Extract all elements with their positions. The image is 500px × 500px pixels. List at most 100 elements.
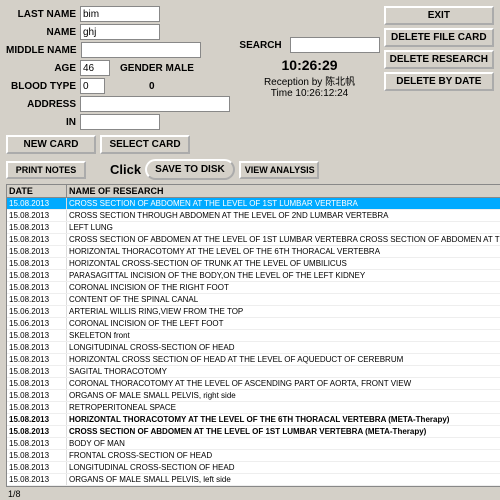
cell-name: CROSS SECTION OF ABDOMEN AT THE LEVEL OF… — [67, 198, 500, 209]
table-row[interactable]: 15.08.2013CORONAL INCISION OF THE RIGHT … — [7, 282, 500, 294]
cell-name: CROSS SECTION OF ABDOMEN AT THE LEVEL OF… — [67, 234, 500, 245]
cell-date: 15.08.2013 — [7, 354, 67, 365]
cell-name: RETROPERITONEAL SPACE — [67, 402, 500, 413]
cell-name: CROSS SECTION OF ABDOMEN AT THE LEVEL OF… — [67, 426, 500, 437]
cell-name: FRONTAL CROSS-SECTION OF HEAD — [67, 450, 500, 461]
exit-button[interactable]: EXIT — [384, 6, 494, 25]
cell-date: 15.08.2013 — [7, 462, 67, 473]
table-row[interactable]: 15.08.2013CORONAL THORACOTOMY AT THE LEV… — [7, 378, 500, 390]
age-label: AGE — [6, 63, 76, 74]
action-bar: PRINT NOTES Click SAVE TO DISK VIEW ANAL… — [6, 157, 500, 182]
cell-name: CORONAL INCISION OF THE LEFT FOOT — [67, 318, 500, 329]
cell-name: CORONAL INCISION OF THE RIGHT FOOT — [67, 282, 500, 293]
delete-date-button[interactable]: DELETE BY DATE — [384, 72, 494, 91]
gender-label: GENDER MALE — [120, 63, 194, 74]
delete-research-button[interactable]: DELETE RESEARCH — [384, 50, 494, 69]
in-label: IN — [6, 117, 76, 128]
table-row[interactable]: 15.08.2013CONTENT OF THE SPINAL CANAL — [7, 294, 500, 306]
middle-name-input[interactable] — [81, 42, 201, 58]
table-row[interactable]: 15.08.2013LONGITUDINAL CROSS-SECTION OF … — [7, 462, 500, 474]
save-disk-button[interactable]: SAVE TO DISK — [145, 159, 235, 180]
view-analysis-button[interactable]: VIEW ANALYSIS — [239, 161, 319, 179]
cell-date: 15.08.2013 — [7, 474, 67, 485]
table-row[interactable]: 15.08.2013HORIZONTAL CROSS SECTION OF HE… — [7, 354, 500, 366]
table-row[interactable]: 15.08.2013LEFT LUNG — [7, 222, 500, 234]
cell-name: SAGITAL THORACOTOMY — [67, 366, 500, 377]
blood-row: BLOOD TYPE 0 — [6, 78, 235, 94]
cell-name: SKELETON front — [67, 330, 500, 341]
cell-name: ARTERIAL WILLIS RING,VIEW FROM THE TOP — [67, 306, 500, 317]
table-row[interactable]: 15.08.2013LONGITUDINAL CROSS-SECTION OF … — [7, 342, 500, 354]
name-row: NAME — [6, 24, 235, 40]
table-header: DATE NAME OF RESEARCH — [7, 185, 500, 198]
blood-label: BLOOD TYPE — [6, 81, 76, 92]
table-row[interactable]: 15.08.2013CROSS SECTION OF ABDOMEN AT TH… — [7, 426, 500, 438]
in-input[interactable] — [80, 114, 160, 130]
cell-name: HORIZONTAL THORACOTOMY AT THE LEVEL OF T… — [67, 414, 500, 425]
table-row[interactable]: 15.08.2013RETROPERITONEAL SPACE — [7, 402, 500, 414]
cell-date: 15.08.2013 — [7, 198, 67, 209]
table-body[interactable]: 15.08.2013CROSS SECTION OF ABDOMEN AT TH… — [7, 198, 500, 486]
cell-date: 15.08.2013 — [7, 270, 67, 281]
time-small: Time 10:26:12:24 — [271, 88, 348, 99]
table-row[interactable]: 15.08.2013HORIZONTAL THORACOTOMY AT THE … — [7, 246, 500, 258]
center-info: SEARCH 10:26:29 Reception by 陈北帆 Time 10… — [239, 6, 379, 130]
main-container: LAST NAME NAME MIDDLE NAME AGE GENDER MA… — [0, 0, 500, 500]
new-card-button[interactable]: NEW CARD — [6, 135, 96, 154]
card-buttons: NEW CARD SELECT CARD — [6, 135, 494, 154]
cell-name: CONTENT OF THE SPINAL CANAL — [67, 294, 500, 305]
in-row: IN — [6, 114, 235, 130]
last-name-label: LAST NAME — [6, 9, 76, 20]
cell-date: 15.08.2013 — [7, 414, 67, 425]
name-input[interactable] — [80, 24, 160, 40]
table-row[interactable]: 15.08.2013HORIZONTAL THORACOTOMY AT THE … — [7, 414, 500, 426]
cell-name: LONGITUDINAL CROSS-SECTION OF HEAD — [67, 342, 500, 353]
cell-date: 15.08.2013 — [7, 282, 67, 293]
cell-date: 15.08.2013 — [7, 402, 67, 413]
cell-date: 15.08.2013 — [7, 246, 67, 257]
cell-name: ORGANS OF MALE SMALL PELVIS, left side — [67, 474, 500, 485]
cell-date: 15.08.2013 — [7, 438, 67, 449]
cell-date: 15.08.2013 — [7, 258, 67, 269]
page-indicator: 1/8 — [6, 489, 500, 499]
table-row[interactable]: 15.08.2013FRONTAL CROSS-SECTION OF HEAD — [7, 450, 500, 462]
cell-date: 15.08.2013 — [7, 234, 67, 245]
search-input[interactable] — [290, 37, 380, 53]
last-name-row: LAST NAME — [6, 6, 235, 22]
cell-name: HORIZONTAL CROSS SECTION OF HEAD AT THE … — [67, 354, 500, 365]
table-row[interactable]: 15.08.2013ORGANS OF MALE SMALL PELVIS, r… — [7, 390, 500, 402]
cell-date: 15.08.2013 — [7, 330, 67, 341]
age-input[interactable] — [80, 60, 110, 76]
print-notes-button[interactable]: PRINT NOTES — [6, 161, 86, 179]
table-row[interactable]: 15.08.2013HORIZONTAL CROSS-SECTION OF TR… — [7, 258, 500, 270]
reception-text: Reception by 陈北帆 — [264, 73, 355, 88]
select-card-button[interactable]: SELECT CARD — [100, 135, 190, 154]
search-row: SEARCH — [239, 37, 379, 53]
cell-date: 15.08.2013 — [7, 366, 67, 377]
table-row[interactable]: 15.08.2013CROSS SECTION OF ABDOMEN AT TH… — [7, 198, 500, 210]
table-row[interactable]: 15.08.2013CROSS SECTION THROUGH ABDOMEN … — [7, 210, 500, 222]
cell-date: 15.06.2013 — [7, 306, 67, 317]
table-row[interactable]: 15.08.2013SKELETON front — [7, 330, 500, 342]
address-label: ADDRESS — [6, 99, 76, 110]
cell-date: 15.08.2013 — [7, 222, 67, 233]
table-row[interactable]: 15.08.2013PARASAGITTAL INCISION OF THE B… — [7, 270, 500, 282]
table-row[interactable]: 15.08.2013CROSS SECTION OF ABDOMEN AT TH… — [7, 234, 500, 246]
last-name-input[interactable] — [80, 6, 160, 22]
age-row: AGE GENDER MALE — [6, 60, 235, 76]
left-form: LAST NAME NAME MIDDLE NAME AGE GENDER MA… — [6, 6, 235, 130]
table-row[interactable]: 15.08.2013BODY OF MAN — [7, 438, 500, 450]
middle-name-label: MIDDLE NAME — [6, 45, 77, 56]
search-label: SEARCH — [239, 40, 281, 51]
table-row[interactable]: 15.08.2013ORGANS OF MALE SMALL PELVIS, l… — [7, 474, 500, 486]
table-row[interactable]: 15.06.2013ARTERIAL WILLIS RING,VIEW FROM… — [7, 306, 500, 318]
cell-name: CORONAL THORACOTOMY AT THE LEVEL OF ASCE… — [67, 378, 500, 389]
blood-value2: 0 — [149, 81, 155, 92]
address-input[interactable] — [80, 96, 230, 112]
table-row[interactable]: 15.08.2013SAGITAL THORACOTOMY — [7, 366, 500, 378]
middle-name-row: MIDDLE NAME — [6, 42, 235, 58]
table-row[interactable]: 15.06.2013CORONAL INCISION OF THE LEFT F… — [7, 318, 500, 330]
middle-section: PRINT NOTES Click SAVE TO DISK VIEW ANAL… — [6, 157, 494, 499]
blood-input[interactable] — [80, 78, 105, 94]
delete-file-button[interactable]: DELETE FILE CARD — [384, 28, 494, 47]
